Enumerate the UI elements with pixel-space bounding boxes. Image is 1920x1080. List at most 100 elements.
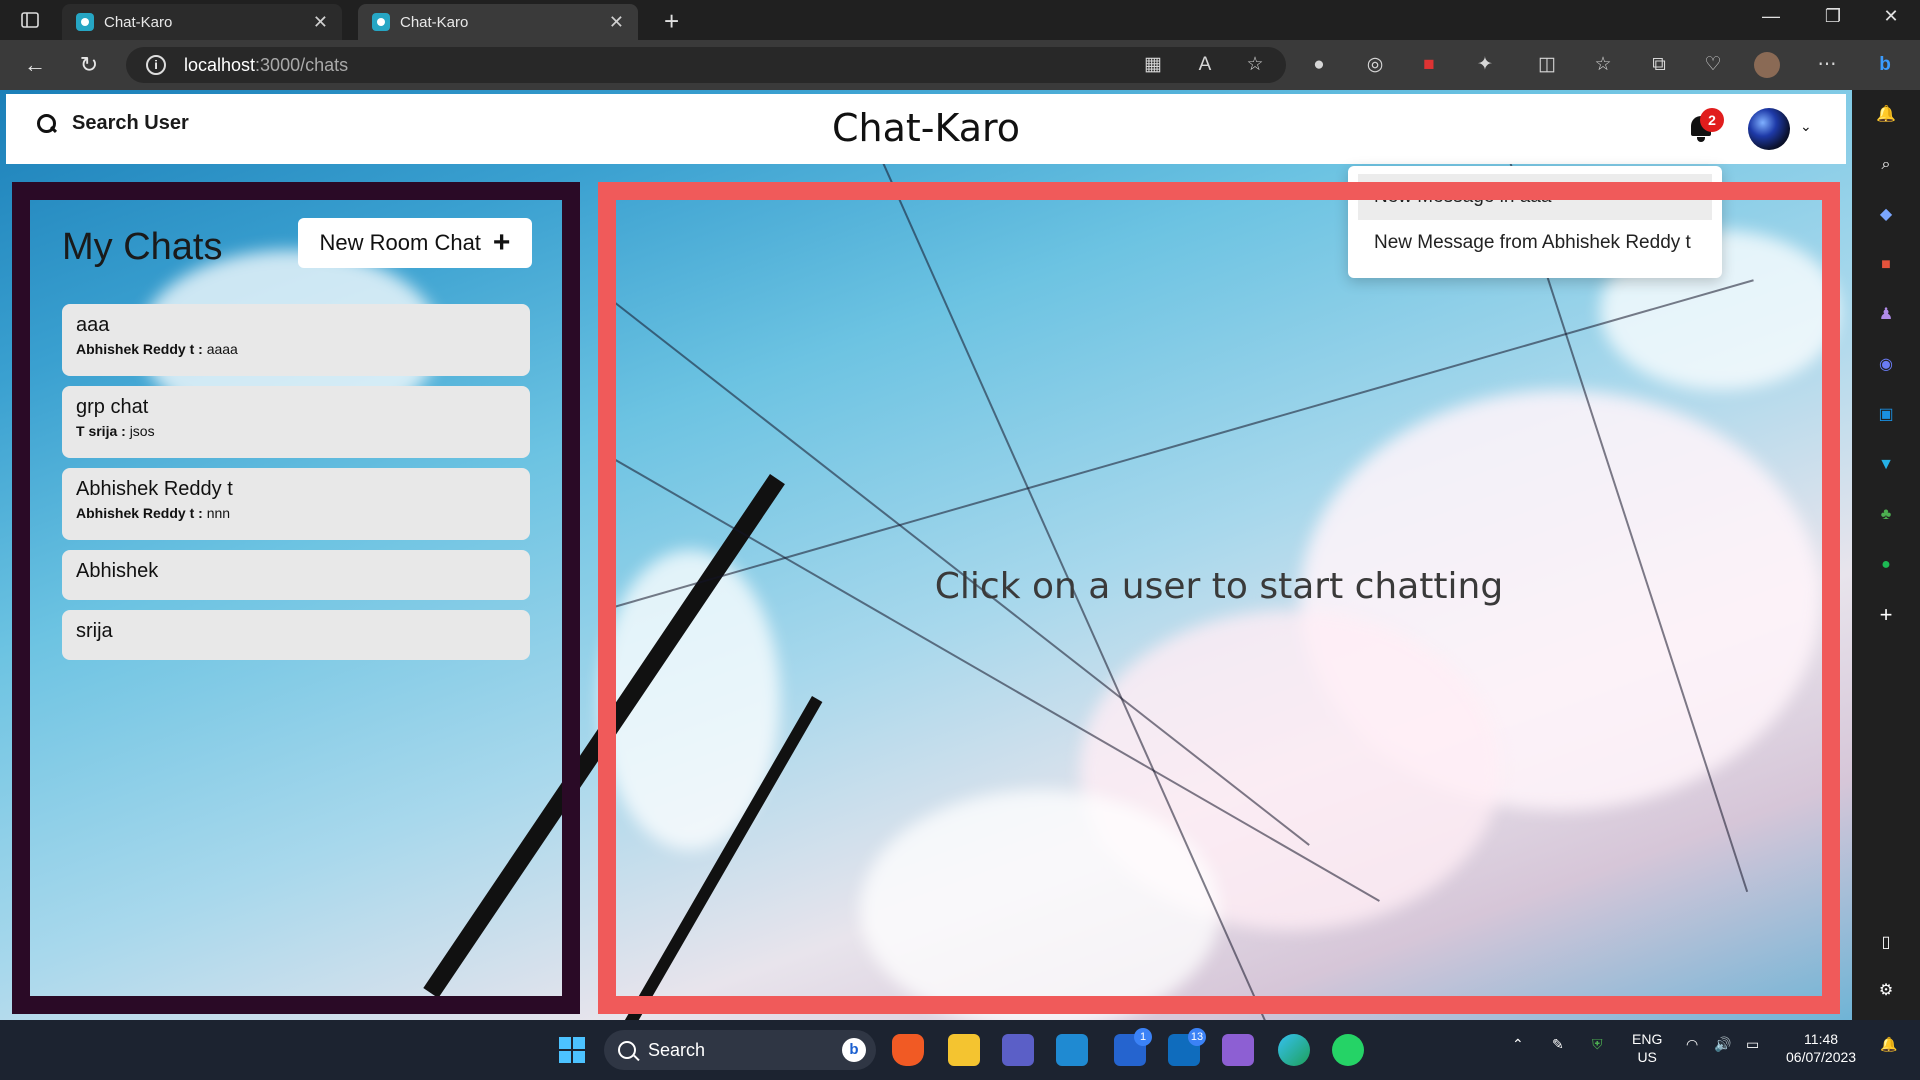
chat-list-item[interactable]: grp chat T srija : jsos: [62, 386, 530, 458]
search-icon[interactable]: ⌕: [1873, 152, 1899, 178]
favorite-star-icon[interactable]: ☆: [1242, 52, 1268, 78]
last-message-text: jsos: [129, 423, 155, 439]
chat-list-item[interactable]: Abhishek: [62, 550, 530, 600]
address-toolbar: ← ↻ i localhost:3000/chats ▦ A ☆ ● ◎ ■ ✦…: [0, 40, 1920, 90]
mail-icon[interactable]: 13: [1168, 1028, 1206, 1066]
extensions-puzzle-icon[interactable]: ✦: [1472, 52, 1498, 78]
clock-time: 11:48: [1804, 1031, 1839, 1047]
region-label: US: [1637, 1049, 1657, 1065]
chat-name: Abhishek: [76, 560, 159, 582]
teams-icon[interactable]: [1002, 1034, 1034, 1066]
split-screen-icon[interactable]: ◫: [1534, 52, 1560, 78]
empty-chat-placeholder: Click on a user to start chatting: [934, 566, 1504, 607]
url-field[interactable]: i localhost:3000/chats: [126, 47, 1286, 83]
favorites-icon[interactable]: ☆: [1590, 52, 1616, 78]
extension-icon[interactable]: ●: [1306, 52, 1332, 78]
drop-icon[interactable]: ▼: [1873, 452, 1899, 478]
chat-last-message: Abhishek Reddy t : aaaa: [76, 341, 516, 357]
last-message-text: aaaa: [206, 341, 238, 357]
app-available-icon[interactable]: ▦: [1140, 52, 1166, 78]
language-indicator[interactable]: ENG US: [1632, 1030, 1662, 1066]
browser-titlebar: Chat-Karo ✕ Chat-Karo ✕ + — ❐ ✕: [0, 0, 1920, 40]
chat-name: aaa: [76, 314, 110, 336]
read-aloud-icon[interactable]: A: [1192, 52, 1218, 78]
brave-browser-icon[interactable]: [892, 1034, 924, 1066]
add-icon[interactable]: +: [1873, 602, 1899, 628]
language-label: ENG: [1632, 1031, 1663, 1047]
show-hidden-icons-icon[interactable]: ⌃: [1512, 1036, 1524, 1053]
url-host: localhost: [184, 54, 256, 75]
spotify-icon[interactable]: ●: [1873, 552, 1899, 578]
minimize-icon[interactable]: —: [1756, 6, 1786, 27]
tree-icon[interactable]: ♣: [1873, 502, 1899, 528]
close-window-icon[interactable]: ✕: [1876, 6, 1906, 27]
wifi-icon[interactable]: ◠: [1686, 1036, 1698, 1053]
taskbar-search-label: Search: [648, 1039, 706, 1060]
browser-tab-2[interactable]: Chat-Karo ✕: [358, 4, 638, 40]
chat-karo-favicon-icon: [372, 13, 390, 31]
chat-list-item[interactable]: aaa Abhishek Reddy t : aaaa: [62, 304, 530, 376]
clock[interactable]: 11:48 06/07/2023: [1786, 1030, 1856, 1066]
file-explorer-icon[interactable]: [948, 1034, 980, 1066]
chat-karo-favicon-icon: [76, 13, 94, 31]
games-icon[interactable]: ♟: [1873, 302, 1899, 328]
site-info-icon[interactable]: i: [146, 55, 166, 75]
close-tab-icon[interactable]: ✕: [609, 12, 624, 33]
mail-badge: 13: [1188, 1028, 1206, 1046]
chat-name: grp chat: [76, 396, 149, 418]
whatsapp-icon[interactable]: [1332, 1034, 1364, 1066]
profile-avatar[interactable]: [1754, 52, 1780, 78]
chat-last-message: Abhishek Reddy t : nnn: [76, 505, 516, 521]
chat-last-message: T srija : jsos: [76, 423, 516, 439]
last-message-text: nnn: [206, 505, 231, 521]
chat-list-item[interactable]: srija: [62, 610, 530, 660]
last-message-sender: Abhishek Reddy t :: [76, 505, 203, 521]
user-avatar[interactable]: [1748, 108, 1790, 150]
vscode-icon[interactable]: [1056, 1034, 1088, 1066]
notifications-bell-icon[interactable]: 🔔: [1873, 102, 1899, 128]
sidebar-toggle-icon[interactable]: ▯: [1873, 930, 1899, 956]
new-tab-icon[interactable]: +: [664, 6, 679, 37]
todo-icon[interactable]: 1: [1114, 1028, 1152, 1066]
notification-count-badge: 2: [1700, 108, 1724, 132]
shopping-tag-icon[interactable]: ◆: [1873, 202, 1899, 228]
tab-actions-icon[interactable]: [14, 8, 46, 32]
microsoft-365-icon[interactable]: ◉: [1873, 352, 1899, 378]
extension-icon[interactable]: ◎: [1362, 52, 1388, 78]
tab-title: Chat-Karo: [400, 13, 469, 31]
edge-browser-icon[interactable]: [1278, 1034, 1310, 1066]
taskbar-search-box[interactable]: Search b: [604, 1030, 876, 1070]
bing-copilot-icon[interactable]: b: [1872, 52, 1898, 78]
chat-name: Abhishek Reddy t: [76, 478, 233, 500]
extension-icon[interactable]: ■: [1416, 52, 1442, 78]
new-room-chat-button[interactable]: New Room Chat +: [298, 218, 532, 268]
notification-center-icon[interactable]: 🔔: [1880, 1036, 1897, 1053]
tools-briefcase-icon[interactable]: ■: [1873, 252, 1899, 278]
clock-date: 06/07/2023: [1786, 1049, 1857, 1065]
chat-app: Search User Chat-Karo 2 ⌄ New Message in…: [0, 90, 1852, 1020]
last-message-sender: Abhishek Reddy t :: [76, 341, 203, 357]
refresh-icon[interactable]: ↻: [74, 50, 104, 80]
todo-badge: 1: [1134, 1028, 1152, 1046]
bing-icon: b: [842, 1038, 866, 1062]
battery-icon[interactable]: ▭: [1746, 1036, 1759, 1053]
outlook-icon[interactable]: ▣: [1873, 402, 1899, 428]
back-icon[interactable]: ←: [20, 50, 50, 80]
chat-list-item[interactable]: Abhishek Reddy t Abhishek Reddy t : nnn: [62, 468, 530, 540]
edge-sidebar: 🔔 ⌕ ◆ ■ ♟ ◉ ▣ ▼ ♣ ● + ▯ ⚙: [1852, 90, 1920, 1020]
security-shield-icon[interactable]: ⛨: [1592, 1036, 1603, 1053]
chevron-down-icon[interactable]: ⌄: [1800, 118, 1812, 135]
close-tab-icon[interactable]: ✕: [313, 12, 328, 33]
url-path: :3000/chats: [255, 54, 349, 75]
browser-essentials-icon[interactable]: ♡: [1700, 52, 1726, 78]
clipchamp-icon[interactable]: [1222, 1034, 1254, 1066]
collections-icon[interactable]: ⧉: [1646, 52, 1672, 78]
windows-start-icon[interactable]: [556, 1034, 588, 1066]
volume-icon[interactable]: 🔊: [1714, 1036, 1731, 1053]
more-menu-icon[interactable]: ⋯: [1814, 52, 1840, 78]
settings-gear-icon[interactable]: ⚙: [1873, 978, 1899, 1004]
browser-tab-1[interactable]: Chat-Karo ✕: [62, 4, 342, 40]
pen-menu-icon[interactable]: ✎: [1552, 1036, 1564, 1053]
chat-name: srija: [76, 620, 113, 642]
maximize-icon[interactable]: ❐: [1818, 6, 1848, 27]
